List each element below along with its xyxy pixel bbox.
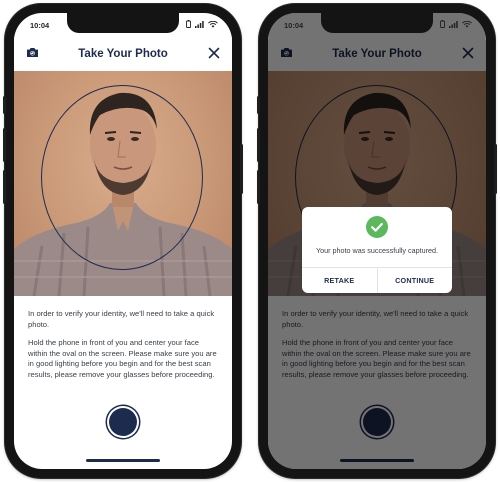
instructions-intro: In order to verify your identity, we'll …	[28, 309, 215, 329]
instructions-detail: Hold the phone in front of you and cente…	[28, 338, 217, 379]
volume-down-button	[257, 170, 260, 204]
close-icon[interactable]	[208, 47, 220, 59]
mute-switch	[3, 96, 6, 114]
dialog-message: Your photo was successfully captured.	[316, 246, 438, 255]
app-header: Take Your Photo	[14, 35, 232, 71]
power-button	[494, 144, 497, 194]
dialog-actions: RETAKE CONTINUE	[302, 267, 452, 293]
signal-icon	[449, 21, 458, 28]
retake-button[interactable]: RETAKE	[302, 268, 377, 293]
phone-frame-left: 10:04 Take Your Photo In order to verify…	[3, 4, 243, 478]
status-time: 10:04	[30, 21, 50, 30]
notch	[67, 13, 179, 33]
wifi-icon	[208, 21, 218, 28]
volume-up-button	[257, 128, 260, 162]
battery-icon	[440, 20, 445, 28]
home-indicator	[86, 459, 160, 462]
power-button	[240, 144, 243, 194]
volume-up-button	[3, 128, 6, 162]
mute-switch	[257, 96, 260, 114]
success-dialog: Your photo was successfully captured. RE…	[302, 207, 452, 293]
phone-frame-right: 10:04 Take Your Photo	[257, 4, 497, 478]
capture-button[interactable]	[109, 408, 137, 436]
instructions: In order to verify your identity, we'll …	[28, 309, 220, 388]
continue-button[interactable]: CONTINUE	[376, 268, 453, 293]
checkmark-icon	[371, 222, 383, 232]
wifi-icon	[462, 21, 472, 28]
success-badge	[366, 216, 388, 238]
status-time: 10:04	[284, 21, 304, 30]
camera-preview	[14, 71, 232, 296]
battery-icon	[186, 20, 191, 28]
status-icons	[440, 20, 472, 28]
face-guide-oval	[41, 85, 203, 270]
signal-icon	[195, 21, 204, 28]
screen-capture-view: 10:04 Take Your Photo In order to verify…	[14, 13, 232, 469]
screen-confirmation-view: 10:04 Take Your Photo	[268, 13, 486, 469]
notch	[321, 13, 433, 33]
volume-down-button	[3, 170, 6, 204]
status-icons	[186, 20, 218, 28]
page-title: Take Your Photo	[78, 48, 168, 60]
